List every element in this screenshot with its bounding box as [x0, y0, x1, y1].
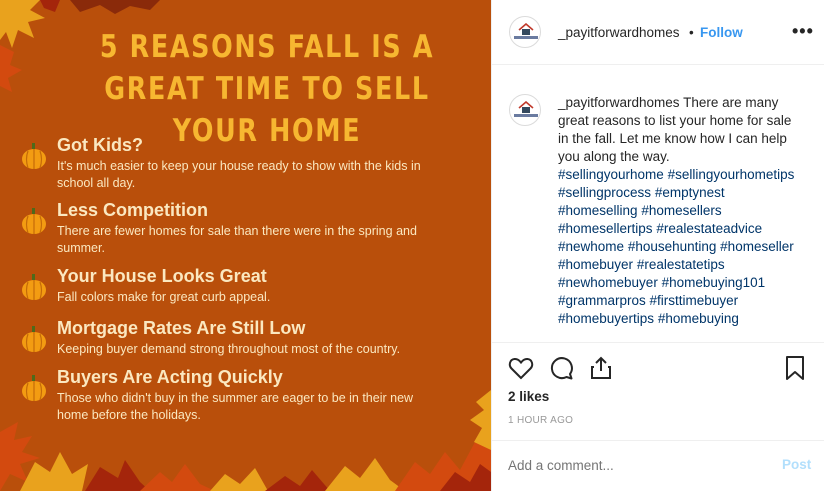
- header-separator: •: [689, 25, 694, 40]
- pumpkin-icon: [22, 143, 46, 169]
- hashtag-link[interactable]: #homebuying: [658, 311, 739, 326]
- hashtag-link[interactable]: #homesellertips: [558, 221, 653, 236]
- reason-description: Those who didn't buy in the summer are e…: [57, 391, 414, 422]
- pumpkin-icon: [22, 326, 46, 352]
- reason-description: There are fewer homes for sale than ther…: [57, 224, 417, 255]
- logo-text-bar: [514, 114, 538, 117]
- reason-title: Your House Looks Great: [57, 266, 267, 286]
- house-logo-icon: [518, 23, 534, 35]
- hashtag-link[interactable]: #homesellers: [641, 203, 721, 218]
- more-options-button[interactable]: •••: [792, 21, 814, 42]
- post-timestamp[interactable]: 1 HOUR AGO: [508, 415, 573, 426]
- avatar[interactable]: [509, 94, 541, 126]
- hashtag-link[interactable]: #realestatetips: [637, 257, 725, 272]
- header-username-link[interactable]: _payitforwardhomes: [558, 25, 680, 40]
- autumn-leaves-right-edge-icon: [470, 390, 491, 450]
- post-actions: 2 likes 1 HOUR AGO: [492, 342, 824, 442]
- hashtag-link[interactable]: #realestateadvice: [656, 221, 762, 236]
- hashtag-link[interactable]: #sellingyourhome: [558, 167, 664, 182]
- post-sidebar: _payitforwardhomes • Follow ••• _payitfo…: [491, 0, 824, 491]
- hashtag-link[interactable]: #grammarpros: [558, 293, 646, 308]
- comment-bar: Post: [492, 440, 824, 491]
- share-icon[interactable]: [588, 355, 614, 381]
- autumn-leaves-top-right-icon: [70, 0, 160, 14]
- post-image[interactable]: 5 REASONS FALL IS A GREAT TIME TO SELL Y…: [0, 0, 491, 491]
- caption-text: _payitforwardhomes There are many great …: [558, 94, 803, 328]
- hashtag-link[interactable]: #firsttimebuyer: [650, 293, 739, 308]
- autumn-leaves-top-left-icon: [0, 0, 60, 92]
- likes-count[interactable]: 2 likes: [508, 389, 549, 404]
- hashtag-link[interactable]: #newhomebuyer: [558, 275, 658, 290]
- hashtag-link[interactable]: #homebuyertips: [558, 311, 654, 326]
- hashtag-list: #sellingyourhome #sellingyourhometips #s…: [558, 167, 794, 326]
- caption-username-link[interactable]: _payitforwardhomes: [558, 95, 680, 110]
- pumpkin-icon: [22, 375, 46, 401]
- house-logo-icon: [518, 101, 534, 113]
- caption-area[interactable]: _payitforwardhomes There are many great …: [492, 66, 824, 341]
- hashtag-link[interactable]: #homebuyer: [558, 257, 633, 272]
- hashtag-link[interactable]: #emptynest: [655, 185, 725, 200]
- post-header: _payitforwardhomes • Follow •••: [492, 0, 824, 65]
- reason-title: Mortgage Rates Are Still Low: [57, 318, 306, 338]
- image-title: 5 REASONS FALL IS A GREAT TIME TO SELL Y…: [99, 29, 435, 149]
- comment-icon[interactable]: [548, 355, 574, 381]
- reason-title: Less Competition: [57, 200, 209, 220]
- comment-input[interactable]: [508, 458, 758, 473]
- post-comment-button[interactable]: Post: [782, 457, 811, 472]
- follow-button[interactable]: Follow: [700, 25, 743, 40]
- hashtag-link[interactable]: #homeselling: [558, 203, 638, 218]
- hashtag-link[interactable]: #househunting: [628, 239, 717, 254]
- pumpkin-icon: [22, 208, 46, 234]
- hashtag-link[interactable]: #newhome: [558, 239, 624, 254]
- pumpkin-icon: [22, 274, 46, 300]
- hashtag-link[interactable]: #homebuying101: [662, 275, 766, 290]
- instagram-post-view: 5 REASONS FALL IS A GREAT TIME TO SELL Y…: [0, 0, 824, 491]
- avatar[interactable]: [509, 16, 541, 48]
- reason-title: Buyers Are Acting Quickly: [57, 367, 283, 387]
- bookmark-icon[interactable]: [782, 355, 808, 381]
- reason-description: It's much easier to keep your house read…: [57, 159, 421, 190]
- hashtag-link[interactable]: #sellingyourhometips: [668, 167, 795, 182]
- hashtag-link[interactable]: #sellingprocess: [558, 185, 651, 200]
- hashtag-link[interactable]: #homeseller: [720, 239, 794, 254]
- reason-description: Fall colors make for great curb appeal.: [57, 290, 271, 304]
- logo-text-bar: [514, 36, 538, 39]
- heart-icon[interactable]: [508, 355, 534, 381]
- reason-title: Got Kids?: [57, 135, 143, 155]
- reason-description: Keeping buyer demand strong throughout m…: [57, 342, 401, 356]
